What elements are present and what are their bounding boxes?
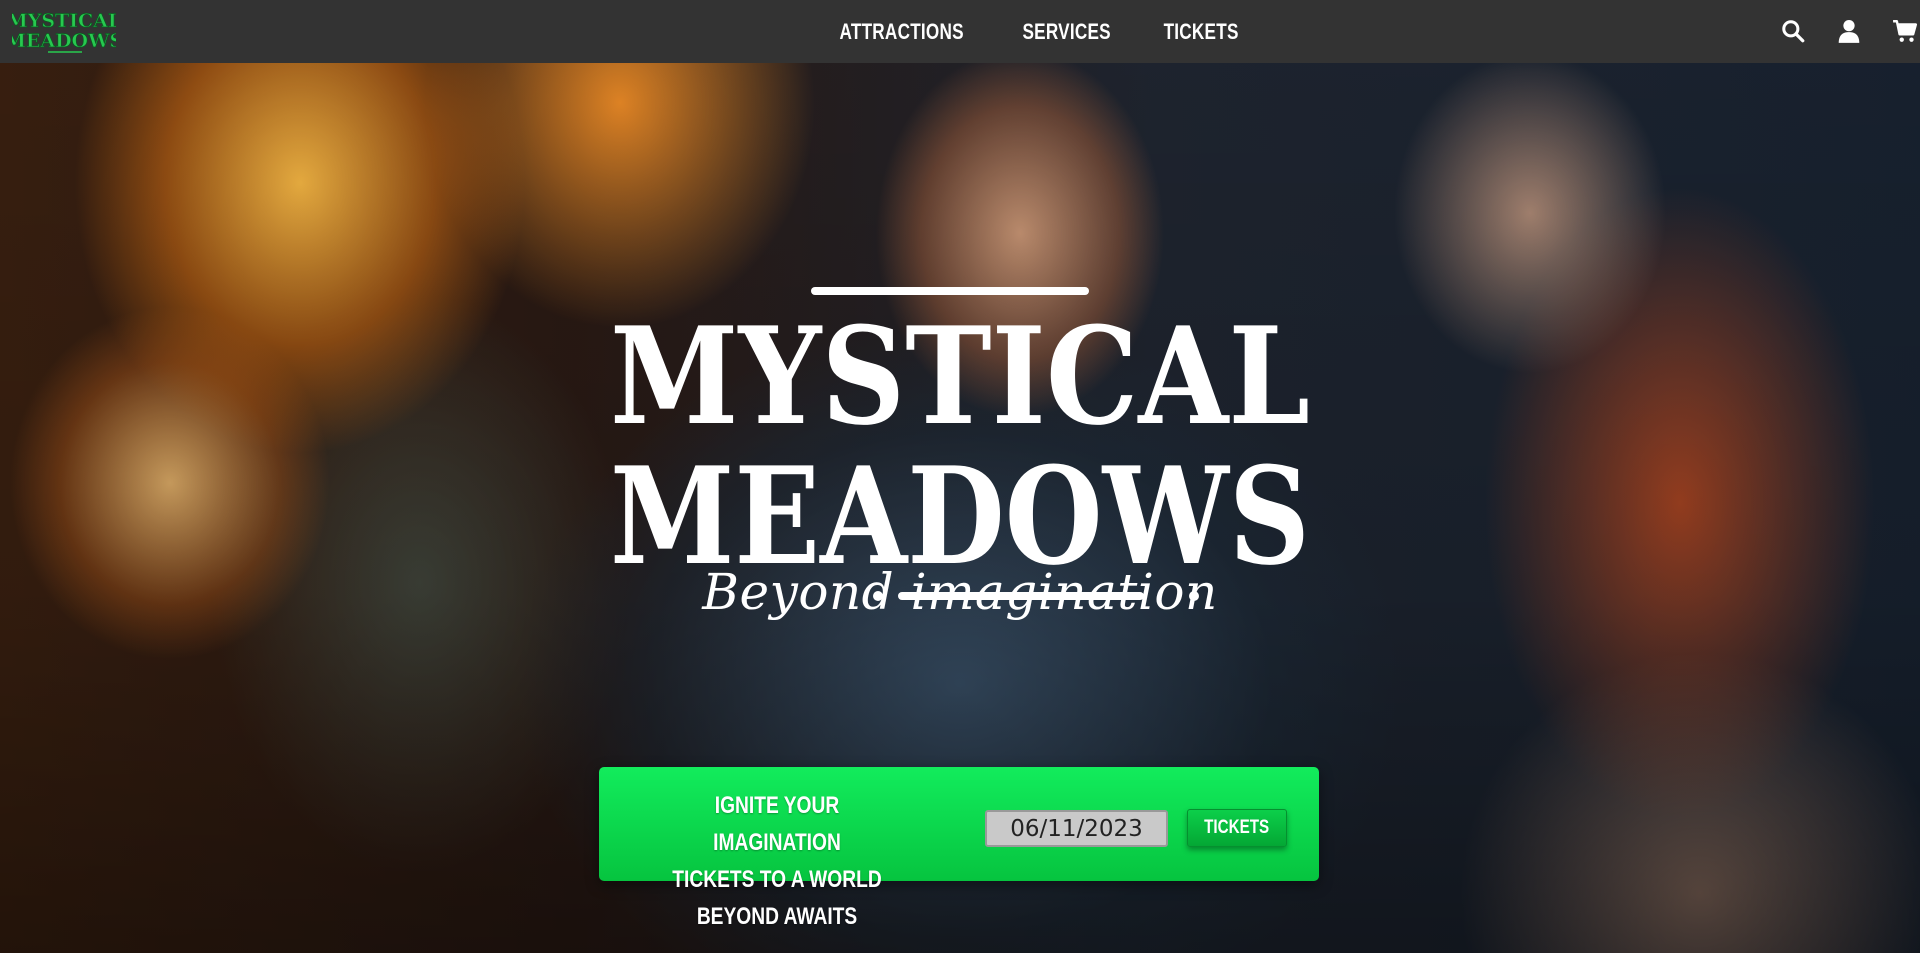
- cart-icon[interactable]: [1892, 18, 1918, 44]
- hero-tagline: Beyond imagination: [702, 563, 1218, 621]
- main-nav: ATTRACTIONS SERVICES TICKETS: [822, 0, 1249, 63]
- hero-title-logo: MYSTICAL MEADOWS: [610, 287, 1310, 601]
- svg-text:MEADOWS: MEADOWS: [12, 30, 116, 52]
- nav-link-attractions[interactable]: ATTRACTIONS: [840, 19, 964, 45]
- user-icon[interactable]: [1836, 18, 1862, 44]
- tickets-button-label: TICKETS: [1204, 817, 1270, 838]
- search-icon[interactable]: [1780, 18, 1806, 44]
- hero-title-line1: MYSTICAL: [610, 297, 1310, 455]
- ticket-cta-panel: IGNITE YOUR IMAGINATION TICKETS TO A WOR…: [599, 767, 1319, 930]
- brand-logo[interactable]: MYSTICAL MEADOWS: [12, 7, 116, 55]
- visit-date-input[interactable]: [985, 810, 1168, 847]
- top-navbar: MYSTICAL MEADOWS ATTRACTIONS SERVICES TI…: [0, 0, 1920, 63]
- hero-banner: MYSTICAL MEADOWS Beyond imagination IGNI…: [0, 63, 1920, 953]
- nav-link-services[interactable]: SERVICES: [1023, 19, 1111, 45]
- nav-link-tickets[interactable]: TICKETS: [1163, 19, 1238, 45]
- cta-line-2: TICKETS TO A WORLD BEYOND AWAITS: [672, 866, 882, 930]
- svg-text:MYSTICAL: MYSTICAL: [12, 10, 116, 32]
- cta-line-1: IGNITE YOUR IMAGINATION: [713, 792, 841, 856]
- cta-headline: IGNITE YOUR IMAGINATION TICKETS TO A WOR…: [649, 787, 905, 935]
- tickets-button[interactable]: TICKETS: [1187, 809, 1287, 847]
